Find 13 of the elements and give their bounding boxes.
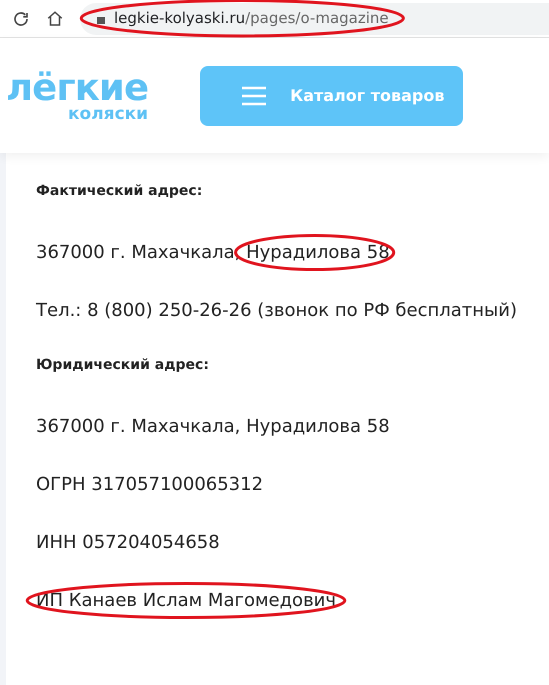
menu-icon: [242, 86, 266, 106]
catalog-button[interactable]: Каталог товаров: [200, 66, 464, 126]
info-line: ОГРН 317057100065312: [36, 473, 264, 495]
reload-icon[interactable]: [12, 10, 30, 28]
address-bar[interactable]: legkie-kolyaski.ru/pages/o-magazine: [80, 2, 549, 34]
info-line: Тел.: 8 (800) 250-26-26 (звонок по РФ бесплатный): [36, 299, 517, 321]
url-text: legkie-kolyaski.ru/pages/o-magazine: [114, 8, 389, 30]
info-line: ИНН 057204054658: [36, 531, 221, 553]
home-icon[interactable]: [46, 10, 64, 28]
section-heading: Фактический адрес:: [36, 182, 204, 201]
section-heading: Юридический адрес:: [36, 356, 210, 375]
logo[interactable]: лёгкие коляски: [6, 68, 148, 122]
info-line: 367000 г. Махачкала, Нурадилова 58: [36, 415, 391, 437]
